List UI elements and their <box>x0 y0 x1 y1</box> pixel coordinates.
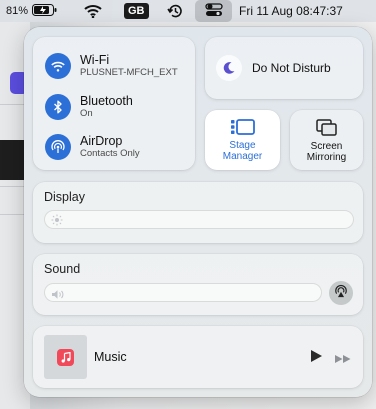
wifi-icon <box>45 53 71 79</box>
bluetooth-title: Bluetooth <box>80 94 133 108</box>
music-app-icon <box>57 348 74 366</box>
screen-mirroring-icon <box>316 119 338 142</box>
music-artwork <box>44 335 87 379</box>
wifi-network-name: PLUSNET-MFCH_EXT <box>80 67 178 78</box>
stage-manager-label-line1: Stage <box>229 140 256 151</box>
battery-percent: 81% <box>6 5 29 17</box>
control-center-icon <box>204 2 223 20</box>
screen-mirroring-label-line2: Mirroring <box>306 152 347 163</box>
airplay-audio-button[interactable] <box>329 281 353 305</box>
stage-manager-icon <box>230 118 256 141</box>
airplay-audio-icon <box>334 284 348 303</box>
wifi-menu-icon[interactable] <box>84 0 102 22</box>
now-playing-tile: Music <box>33 326 363 388</box>
bluetooth-icon <box>45 94 71 120</box>
sound-tile: Sound <box>33 254 363 315</box>
speaker-icon <box>51 287 65 305</box>
network-tile: Wi-Fi PLUSNET-MFCH_EXT Bluetooth On AirD… <box>33 37 195 170</box>
brightness-slider[interactable] <box>44 210 354 229</box>
play-icon <box>309 350 323 367</box>
screen-mirroring-button[interactable]: Screen Mirroring <box>290 110 363 170</box>
menu-bar: 81% GB Fri 11 Aug 08:47:37 <box>0 0 376 22</box>
airdrop-status: Contacts Only <box>80 148 140 159</box>
volume-slider[interactable] <box>44 283 322 302</box>
airdrop-title: AirDrop <box>80 134 123 148</box>
time-machine-icon[interactable] <box>167 0 183 22</box>
stage-manager-label-line2: Manager <box>222 151 263 162</box>
control-center-panel: Wi-Fi PLUSNET-MFCH_EXT Bluetooth On AirD… <box>24 27 372 397</box>
menu-clock[interactable]: Fri 11 Aug 08:47:37 <box>239 0 343 22</box>
display-tile: Display <box>33 182 363 243</box>
focus-tile[interactable]: Do Not Disturb <box>205 37 363 99</box>
input-source-menu[interactable]: GB <box>124 0 149 22</box>
wifi-title: Wi-Fi <box>80 53 110 67</box>
wifi-toggle[interactable]: Wi-Fi PLUSNET-MFCH_EXT <box>45 53 178 79</box>
fast-forward-icon <box>334 351 352 368</box>
focus-label: Do Not Disturb <box>252 61 331 75</box>
brightness-icon <box>51 213 63 231</box>
sound-title: Sound <box>44 262 81 276</box>
control-center-button[interactable] <box>195 0 232 22</box>
battery-status[interactable]: 81% <box>6 0 58 22</box>
display-title: Display <box>44 190 85 204</box>
play-button[interactable] <box>309 349 323 368</box>
stage-manager-label: Stage Manager <box>205 140 280 162</box>
input-source-badge: GB <box>124 3 149 19</box>
moon-icon <box>216 55 242 81</box>
screen-mirroring-label-line1: Screen <box>310 141 343 152</box>
now-playing-title: Music <box>94 350 127 364</box>
bluetooth-toggle[interactable]: Bluetooth On <box>45 94 133 120</box>
airdrop-icon <box>45 134 71 160</box>
next-track-button[interactable] <box>334 351 352 369</box>
stage-manager-button[interactable]: Stage Manager <box>205 110 280 170</box>
bluetooth-status: On <box>80 108 93 119</box>
airdrop-toggle[interactable]: AirDrop Contacts Only <box>45 134 140 160</box>
screen-mirroring-label: Screen Mirroring <box>290 141 363 163</box>
battery-icon <box>32 3 58 19</box>
